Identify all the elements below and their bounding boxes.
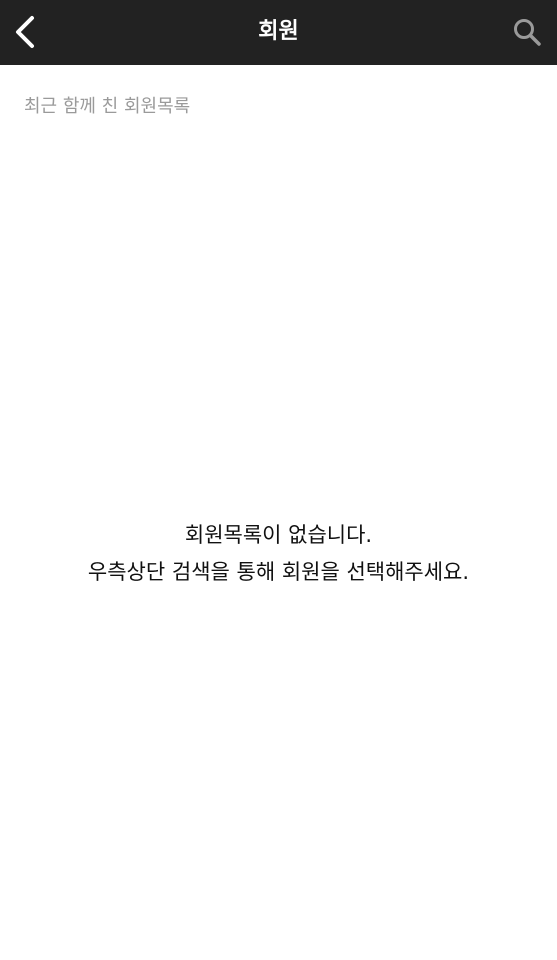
back-button[interactable] [6,10,46,54]
chevron-left-icon [16,16,34,48]
top-app-bar: 회원 [0,0,557,65]
empty-state-line-1: 회원목록이 없습니다. [184,523,373,547]
search-button[interactable] [507,10,547,54]
empty-state-message: 회원목록이 없습니다. 우측상단 검색을 통해 회원을 선택해주세요. [0,517,557,591]
search-icon [514,19,541,46]
members-screen: 회원 최근 함께 친 회원목록 회원목록이 없습니다. 우측상단 검색을 통해 … [0,0,557,960]
recent-members-heading: 최근 함께 친 회원목록 [24,96,191,117]
empty-state-line-2: 우측상단 검색을 통해 회원을 선택해주세요. [87,560,470,584]
page-title: 회원 [258,19,299,44]
